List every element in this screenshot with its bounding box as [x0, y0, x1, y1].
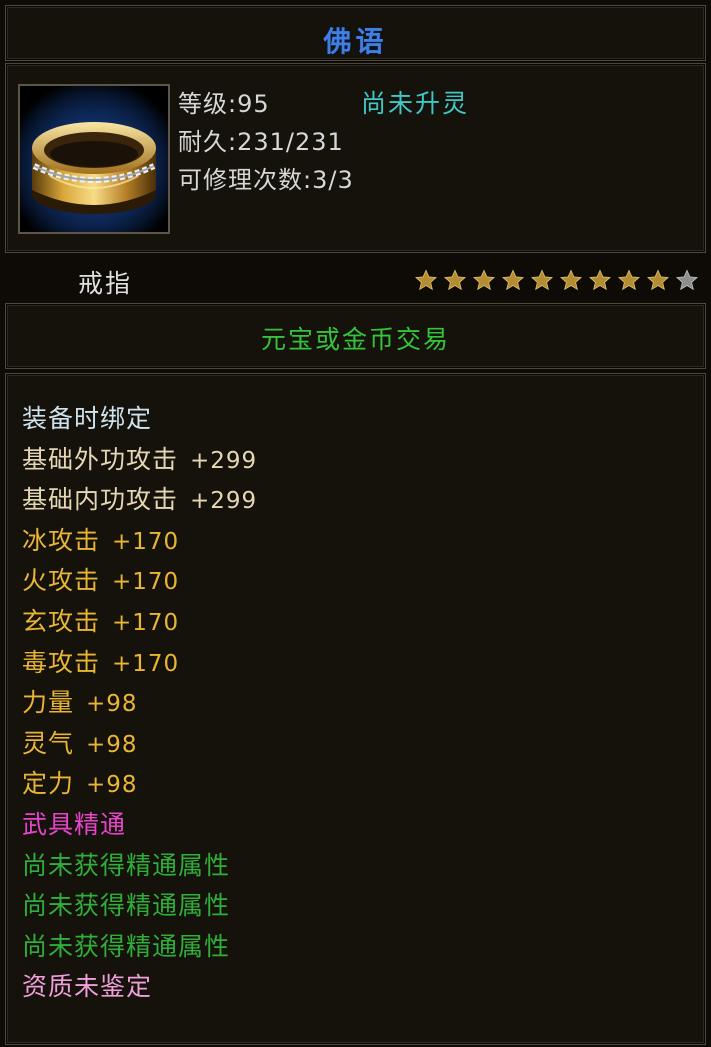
trade-panel: 元宝或金币交易: [5, 303, 706, 369]
attribute-label: 尚未获得精通属性: [22, 931, 231, 961]
title-panel: 佛语: [5, 5, 706, 61]
star-filled-icon: [527, 266, 556, 294]
star-filled-icon: [556, 266, 585, 294]
attribute-label: 冰攻击: [22, 525, 101, 555]
durability-label: 耐久:231/231: [178, 128, 344, 156]
type-row: 戒指: [0, 258, 711, 300]
attribute-label: 灵气: [22, 728, 75, 758]
attribute-label: 火攻击: [22, 566, 101, 596]
attribute-value: +98: [86, 731, 138, 758]
attribute-label: 定力: [22, 769, 75, 799]
attribute-label: 装备时绑定: [22, 404, 153, 433]
item-tooltip: 佛语 等级:95 尚未升灵 耐久:231/231 可修理次数:3/3 戒指 元宝…: [0, 0, 711, 1047]
attribute-value: +98: [86, 772, 138, 799]
attribute-value: +299: [190, 447, 258, 474]
attributes-panel: 装备时绑定 基础外功攻击 +299 基础内功攻击 +299 冰攻击 +170 火攻击 +170 玄…: [5, 373, 706, 1045]
gold-ring-icon: [18, 84, 170, 234]
attribute-line: 基础内功攻击 +299: [22, 483, 257, 524]
star-filled-icon: [585, 266, 614, 294]
star-filled-icon: [498, 266, 527, 294]
attribute-line: 装备时绑定: [22, 402, 257, 443]
attribute-value: +170: [112, 528, 180, 555]
attribute-value: +98: [86, 691, 138, 718]
spirit-status: 尚未升灵: [361, 89, 470, 118]
attribute-line: 资质未鉴定: [22, 970, 257, 1011]
attribute-line: 冰攻击 +170: [22, 524, 257, 565]
attribute-line: 尚未获得精通属性: [22, 930, 257, 971]
item-info-panel: 等级:95 尚未升灵 耐久:231/231 可修理次数:3/3: [5, 63, 706, 253]
attribute-value: +170: [112, 569, 180, 596]
attribute-label: 尚未获得精通属性: [22, 850, 231, 880]
star-filled-icon: [614, 266, 643, 294]
attribute-list: 装备时绑定 基础外功攻击 +299 基础内功攻击 +299 冰攻击 +170 火攻击 +170 玄…: [22, 402, 257, 1011]
attribute-line: 定力 +98: [22, 767, 257, 808]
attribute-label: 基础内功攻击: [22, 485, 179, 515]
attribute-line: 力量 +98: [22, 686, 257, 727]
attribute-value: +170: [112, 650, 180, 677]
attribute-line: 武具精通: [22, 808, 257, 849]
attribute-line: 尚未获得精通属性: [22, 889, 257, 930]
star-filled-icon: [411, 266, 440, 294]
attribute-label: 资质未鉴定: [22, 972, 153, 1002]
attribute-label: 力量: [22, 688, 75, 718]
attribute-label: 毒攻击: [22, 647, 101, 677]
item-type: 戒指: [78, 269, 133, 298]
attribute-line: 尚未获得精通属性: [22, 849, 257, 890]
repair-count-label: 可修理次数:3/3: [178, 166, 354, 194]
attribute-line: 灵气 +98: [22, 727, 257, 768]
star-filled-icon: [440, 266, 469, 294]
item-name: 佛语: [323, 25, 388, 58]
attribute-label: 武具精通: [22, 809, 127, 839]
attribute-label: 尚未获得精通属性: [22, 891, 231, 921]
attribute-value: +299: [190, 488, 258, 515]
star-filled-icon: [643, 266, 672, 294]
attribute-line: 基础外功攻击 +299: [22, 443, 257, 484]
attribute-value: +170: [112, 609, 180, 636]
star-rating: [411, 266, 701, 294]
attribute-label: 玄攻击: [22, 606, 101, 636]
attribute-line: 玄攻击 +170: [22, 605, 257, 646]
star-filled-icon: [469, 266, 498, 294]
trade-rule: 元宝或金币交易: [260, 325, 450, 354]
attribute-line: 火攻击 +170: [22, 564, 257, 605]
attribute-line: 毒攻击 +170: [22, 646, 257, 687]
attribute-label: 基础外功攻击: [22, 444, 179, 474]
level-label: 等级:95: [178, 90, 270, 118]
star-empty-icon: [672, 266, 701, 294]
